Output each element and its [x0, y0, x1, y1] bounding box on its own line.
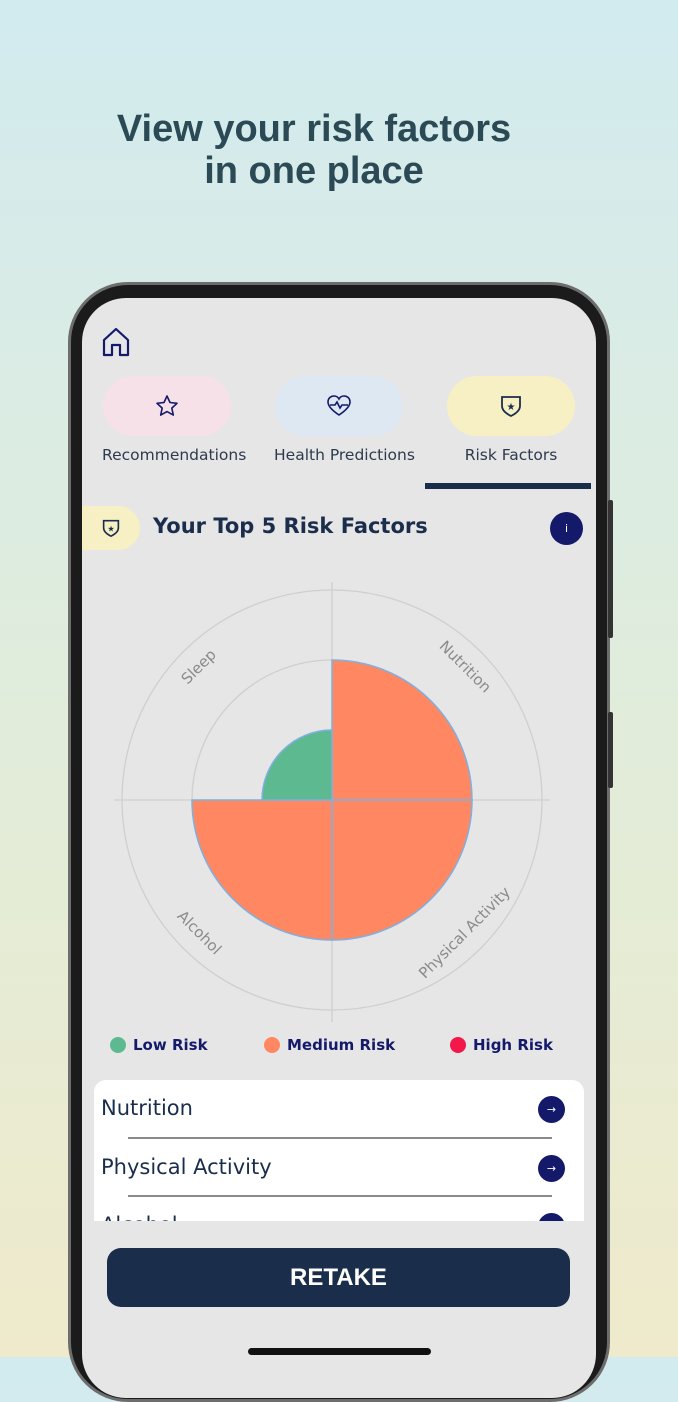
list-item-alcohol[interactable]: Alcohol → [94, 1197, 584, 1221]
legend-dot [450, 1037, 466, 1053]
chart-category-label: Alcohol [174, 907, 225, 958]
retake-button[interactable]: RETAKE [107, 1248, 570, 1307]
list-item-nutrition[interactable]: Nutrition → [94, 1080, 584, 1139]
legend-dot [264, 1037, 280, 1053]
chart-legend: Low Risk Medium Risk High Risk [82, 1036, 596, 1060]
arrow-right-icon[interactable]: → [538, 1154, 565, 1182]
list-item-label: Alcohol [101, 1213, 178, 1221]
legend-label: Medium Risk [287, 1036, 396, 1054]
legend-label: Low Risk [133, 1036, 208, 1054]
legend-high: High Risk [450, 1036, 553, 1054]
legend-low: Low Risk [110, 1036, 208, 1054]
chart-segment-nutrition [331, 659, 473, 801]
chart-category-label: Nutrition [436, 637, 495, 696]
headline-line-1: View your risk factors [116, 108, 512, 150]
arrow-right-icon[interactable]: → [538, 1213, 565, 1221]
phone-side-button [608, 500, 613, 638]
home-indicator [248, 1348, 431, 1355]
headline-line-2: in one place [204, 150, 424, 192]
app-screen: Recommendations Health Predictions ★ Ris… [82, 298, 596, 1398]
legend-medium: Medium Risk [264, 1036, 395, 1054]
risk-factor-list: Nutrition → Physical Activity → Alcohol → [94, 1080, 584, 1221]
chart-segment-sleep [261, 729, 333, 801]
list-item-label: Nutrition [101, 1096, 193, 1120]
list-item-label: Physical Activity [101, 1154, 272, 1179]
arrow-right-icon[interactable]: → [538, 1096, 565, 1123]
chart-segment-alcohol [191, 799, 333, 941]
chart-segment-physical-activity [331, 799, 473, 941]
list-item-physical-activity[interactable]: Physical Activity → [94, 1139, 584, 1197]
risk-polar-chart: NutritionPhysical ActivityAlcoholSleep [114, 582, 550, 1022]
legend-label: High Risk [473, 1036, 553, 1054]
phone-side-button [608, 712, 613, 788]
legend-dot [110, 1037, 126, 1053]
headline: View your risk factors in one place [0, 108, 628, 192]
